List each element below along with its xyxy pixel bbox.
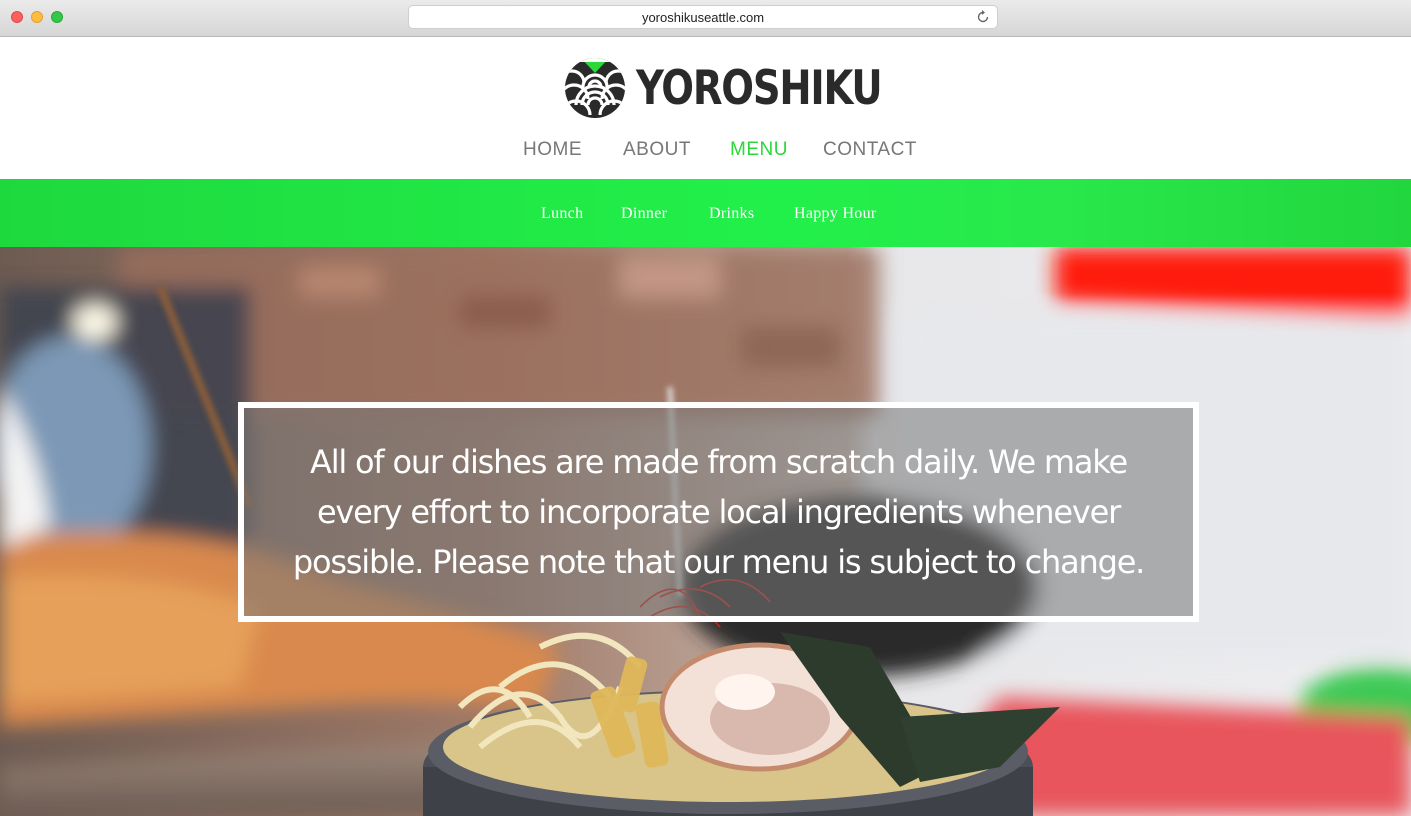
hero-banner: All of our dishes are made from scratch … <box>0 247 1411 816</box>
nav-about[interactable]: ABOUT <box>623 139 691 161</box>
menu-notice-box: All of our dishes are made from scratch … <box>238 402 1199 622</box>
address-bar-url: yoroshikuseattle.com <box>641 9 765 25</box>
menu-notice-text: All of our dishes are made from scratch … <box>292 443 1146 581</box>
reload-icon[interactable] <box>975 9 991 25</box>
main-navigation: HOME ABOUT MENU CONTACT <box>0 139 1411 167</box>
subnav-dinner[interactable]: Dinner <box>621 205 667 223</box>
window-maximize-button[interactable] <box>51 11 63 23</box>
wave-seal-icon <box>565 58 625 118</box>
subnav-drinks[interactable]: Drinks <box>709 205 754 223</box>
address-bar[interactable]: yoroshikuseattle.com <box>408 5 998 29</box>
subnav-lunch[interactable]: Lunch <box>541 205 583 223</box>
browser-toolbar: yoroshikuseattle.com <box>0 0 1411 37</box>
subnav-happy-hour[interactable]: Happy Hour <box>794 205 877 223</box>
nav-menu[interactable]: MENU <box>730 139 788 161</box>
window-minimize-button[interactable] <box>31 11 43 23</box>
site-logo[interactable]: YOROSHIKU <box>564 56 935 120</box>
menu-subnav: Lunch Dinner Drinks Happy Hour <box>0 179 1411 247</box>
brand-name: YOROSHIKU <box>636 60 883 116</box>
nav-home[interactable]: HOME <box>523 139 582 161</box>
site-header: YOROSHIKU HOME ABOUT MENU CONTACT <box>0 37 1411 179</box>
window-close-button[interactable] <box>11 11 23 23</box>
nav-contact[interactable]: CONTACT <box>823 139 917 161</box>
